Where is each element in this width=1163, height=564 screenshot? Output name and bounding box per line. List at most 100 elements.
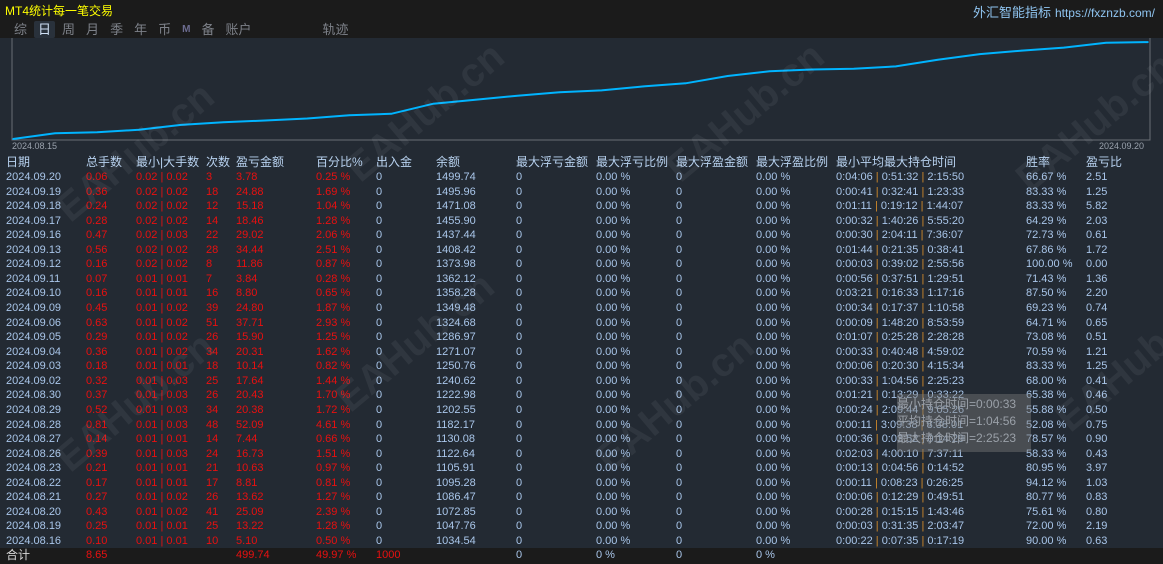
- column-header[interactable]: 日期: [6, 155, 30, 170]
- balance-point: [1105, 41, 1107, 44]
- min-lots: 0.01: [136, 418, 158, 431]
- table-header: 日期 总手数 最小|大手数 次数 盈亏金额 百分比% 出入金 余额 最大浮亏金额 最大浮亏比例 最大…: [0, 155, 1163, 170]
- cell: 0: [516, 535, 523, 547]
- tab-0[interactable]: 综: [10, 21, 31, 38]
- column-header[interactable]: 余额: [436, 155, 460, 170]
- cell: 2024.09.11: [6, 272, 61, 285]
- cell: 2.19: [1086, 520, 1108, 533]
- column-header[interactable]: 最大浮盈金额: [676, 155, 748, 170]
- tab-3[interactable]: 月: [82, 21, 103, 38]
- tooltip-line: 最小持仓时间=0:00:33: [897, 397, 1017, 411]
- table-row[interactable]: 2024.09.12 0.16 8 11.86 0.87 % 0 1373.98 0 0.00 …: [0, 257, 1163, 272]
- max-time: 0:17:19: [927, 535, 965, 547]
- column-header[interactable]: 次数: [206, 155, 230, 170]
- min-time: 0:00:28: [836, 505, 873, 518]
- cell: 78.57 %: [1026, 433, 1067, 446]
- table-row[interactable]: 2024.09.19 0.36 18 24.88 1.69 % 0 1495.96 0 0.00…: [0, 185, 1163, 200]
- cell: 0.00 %: [756, 418, 791, 431]
- tab-7[interactable]: M: [178, 21, 194, 38]
- column-header[interactable]: 最大浮盈比例: [756, 155, 828, 170]
- min-time: 0:01:21: [836, 389, 873, 402]
- cell: 2024.08.30: [6, 389, 62, 402]
- min-max-lots: 0.01 | 0.01: [136, 287, 188, 300]
- table-row[interactable]: 2024.09.02 0.32 25 17.64 1.44 % 0 1240.62 0 0.00…: [0, 374, 1163, 389]
- cell: 5.82: [1086, 200, 1108, 213]
- table-row[interactable]: 2024.09.10 0.16 16 8.80 0.65 % 0 1358.28 0 0.00 …: [0, 286, 1163, 301]
- cell: 34: [206, 403, 219, 416]
- table-row[interactable]: 2024.09.11 0.07 7 3.84 0.28 % 0 1362.12 0 0.00 %…: [0, 272, 1163, 287]
- cell: 2024.08.19: [6, 520, 62, 533]
- tab-10[interactable]: 轨迹: [318, 21, 352, 38]
- table-row[interactable]: 2024.09.17 0.28 14 18.46 1.28 % 0 1455.90 0 0.00…: [0, 214, 1163, 229]
- table-row[interactable]: 2024.09.04 0.36 34 20.31 1.62 % 0 1271.07 0 0.00…: [0, 345, 1163, 360]
- cell: 0: [376, 171, 383, 183]
- cell: 58.33 %: [1026, 447, 1067, 460]
- column-header[interactable]: 盈亏比: [1086, 155, 1122, 170]
- brand[interactable]: 外汇智能指标 https://fxznzb.com/: [973, 2, 1155, 21]
- balance-point: [726, 75, 729, 77]
- table-row[interactable]: 2024.09.06 0.63 51 37.71 2.93 % 0 1324.68 0 0.00…: [0, 316, 1163, 331]
- cell: 0: [676, 345, 683, 358]
- cell: 20.43: [236, 389, 264, 402]
- cell: 2024.09.09: [6, 302, 62, 315]
- table-row[interactable]: 2024.09.13 0.56 28 34.44 2.51 % 0 1408.42 0 0.00…: [0, 243, 1163, 258]
- cell: 2024.08.22: [6, 476, 62, 489]
- cell: 0.00 %: [756, 185, 791, 198]
- tab-4[interactable]: 季: [106, 21, 127, 38]
- tab-2[interactable]: 周: [58, 21, 79, 38]
- table-row[interactable]: 2024.08.23 0.21 21 10.63 0.97 % 0 1105.91 0 0.00…: [0, 461, 1163, 476]
- min-time: 0:00:41: [836, 185, 873, 198]
- table-row[interactable]: 2024.09.20 0.06 3 3.78 0.25 % 0 1499.74 0 0.00 %…: [0, 170, 1163, 185]
- cell: 73.08 %: [1026, 331, 1067, 344]
- cell: 0.00 %: [596, 491, 631, 504]
- cell: 37.71: [236, 316, 264, 329]
- table-row[interactable]: 2024.09.03 0.18 18 10.14 0.82 % 0 1250.76 0 0.00…: [0, 359, 1163, 374]
- table-row[interactable]: 2024.09.16 0.47 22 29.02 2.06 % 0 1437.44 0 0.00…: [0, 228, 1163, 243]
- tab-1[interactable]: 日: [34, 21, 56, 38]
- cell: 25.09: [236, 505, 264, 518]
- table-row[interactable]: 2024.08.16 0.10 10 5.10 0.50 % 0 1034.54 0 0.00 …: [0, 534, 1163, 549]
- table-row[interactable]: 2024.09.18 0.24 12 15.18 1.04 % 0 1471.08 0 0.00…: [0, 199, 1163, 214]
- cell: 4.61 %: [316, 418, 351, 431]
- max-time: 1:23:33: [927, 185, 965, 198]
- cell: 0.50: [1086, 403, 1108, 416]
- max-time: 1:10:58: [927, 302, 965, 315]
- table-row[interactable]: 2024.08.22 0.17 17 8.81 0.81 % 0 1095.28 0 0.00 …: [0, 476, 1163, 491]
- table-row[interactable]: 2024.09.05 0.29 26 15.90 1.25 % 0 1286.97 0 0.00…: [0, 330, 1163, 345]
- column-header[interactable]: 出入金: [376, 155, 412, 170]
- cell: 0.00 %: [756, 229, 791, 242]
- cell: 0: [516, 302, 523, 315]
- cell: 0: [376, 374, 383, 387]
- tab-8[interactable]: 备: [197, 21, 218, 38]
- tab-6[interactable]: 币: [154, 21, 175, 38]
- avg-time: 1:48:20: [881, 316, 919, 329]
- table-row[interactable]: 2024.09.09 0.45 39 24.80 1.87 % 0 1349.48 0 0.00…: [0, 301, 1163, 316]
- cell: 0.00 %: [756, 462, 791, 475]
- tab-5[interactable]: 年: [130, 21, 151, 38]
- tab-9[interactable]: 账户: [221, 21, 255, 38]
- table-row[interactable]: 2024.08.19 0.25 25 13.22 1.28 % 0 1047.76 0 0.00…: [0, 519, 1163, 534]
- max-lots: 0.01: [166, 287, 188, 300]
- column-header[interactable]: 盈亏金额: [236, 155, 284, 170]
- column-header[interactable]: 总手数: [86, 155, 122, 170]
- max-lots: 0.03: [166, 447, 188, 460]
- min-time: 0:01:11: [836, 200, 872, 213]
- cell: 0: [376, 258, 383, 271]
- cell: 0.65: [1086, 316, 1108, 329]
- min-max-lots: 0.01 | 0.03: [136, 418, 188, 431]
- column-header[interactable]: 最小平均最大持仓时间: [836, 155, 956, 170]
- cell: 0.06: [86, 171, 108, 183]
- cell: 0.00 %: [756, 331, 791, 344]
- column-header[interactable]: 最大浮亏金额: [516, 155, 588, 170]
- table-row[interactable]: 2024.08.21 0.27 26 13.62 1.27 % 0 1086.47 0 0.00…: [0, 490, 1163, 505]
- brand-url[interactable]: https://fxznzb.com/: [1055, 6, 1155, 20]
- table-row[interactable]: 2024.08.20 0.43 41 25.09 2.39 % 0 1072.85 0 0.00…: [0, 505, 1163, 520]
- min-max-lots: 0.02 | 0.02: [136, 185, 188, 198]
- column-header[interactable]: 最大浮亏比例: [596, 155, 668, 170]
- cell: 0.41: [1086, 374, 1108, 387]
- cell: 0.32: [86, 374, 108, 387]
- column-header[interactable]: 百分比%: [316, 155, 363, 170]
- column-header[interactable]: 最小|大手数: [136, 155, 199, 170]
- column-header[interactable]: 胜率: [1026, 155, 1050, 170]
- cell: 75.61 %: [1026, 505, 1067, 518]
